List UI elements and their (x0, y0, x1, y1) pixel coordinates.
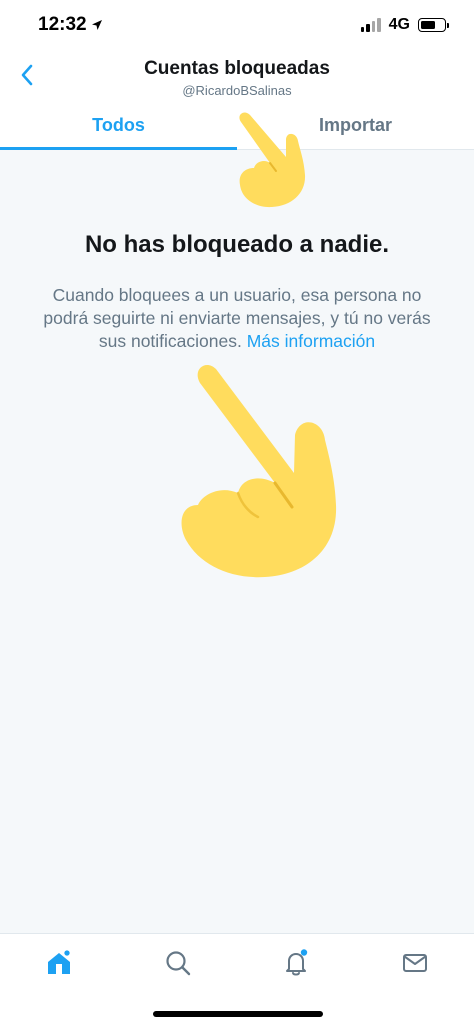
more-info-link[interactable]: Más información (247, 331, 375, 351)
battery-icon (418, 18, 449, 32)
status-bar: 12:32 4G (0, 0, 474, 50)
tab-todos[interactable]: Todos (0, 102, 237, 150)
bell-icon (286, 949, 308, 976)
back-button[interactable] (12, 60, 42, 90)
location-arrow-icon (91, 20, 102, 30)
status-time: 12:32 (38, 14, 103, 36)
signal-icon (360, 18, 381, 32)
network-type: 4G (388, 16, 410, 33)
nav-search[interactable] (163, 948, 193, 978)
mail-icon (403, 954, 427, 972)
nav-home[interactable] (44, 948, 74, 978)
pointing-hand-emoji-small (239, 112, 306, 208)
page-title: Cuentas bloqueadas (144, 58, 330, 79)
pointing-hand-emoji-large (181, 364, 337, 578)
empty-state-body: Cuando bloquees a un usuario, esa person… (37, 284, 437, 353)
search-icon (166, 951, 191, 976)
status-time-text: 12:32 (38, 14, 87, 35)
empty-state-title: No has bloqueado a nadie. (84, 231, 390, 258)
chevron-left-icon (21, 64, 33, 86)
status-indicators: 4G (360, 16, 449, 34)
nav-messages[interactable] (400, 948, 430, 978)
header: Cuentas bloqueadas @RicardoBSalinas (0, 50, 474, 102)
nav-notifications[interactable] (281, 948, 311, 978)
home-icon (48, 948, 72, 974)
home-indicator[interactable] (153, 1011, 323, 1017)
account-handle: @RicardoBSalinas (182, 83, 292, 98)
